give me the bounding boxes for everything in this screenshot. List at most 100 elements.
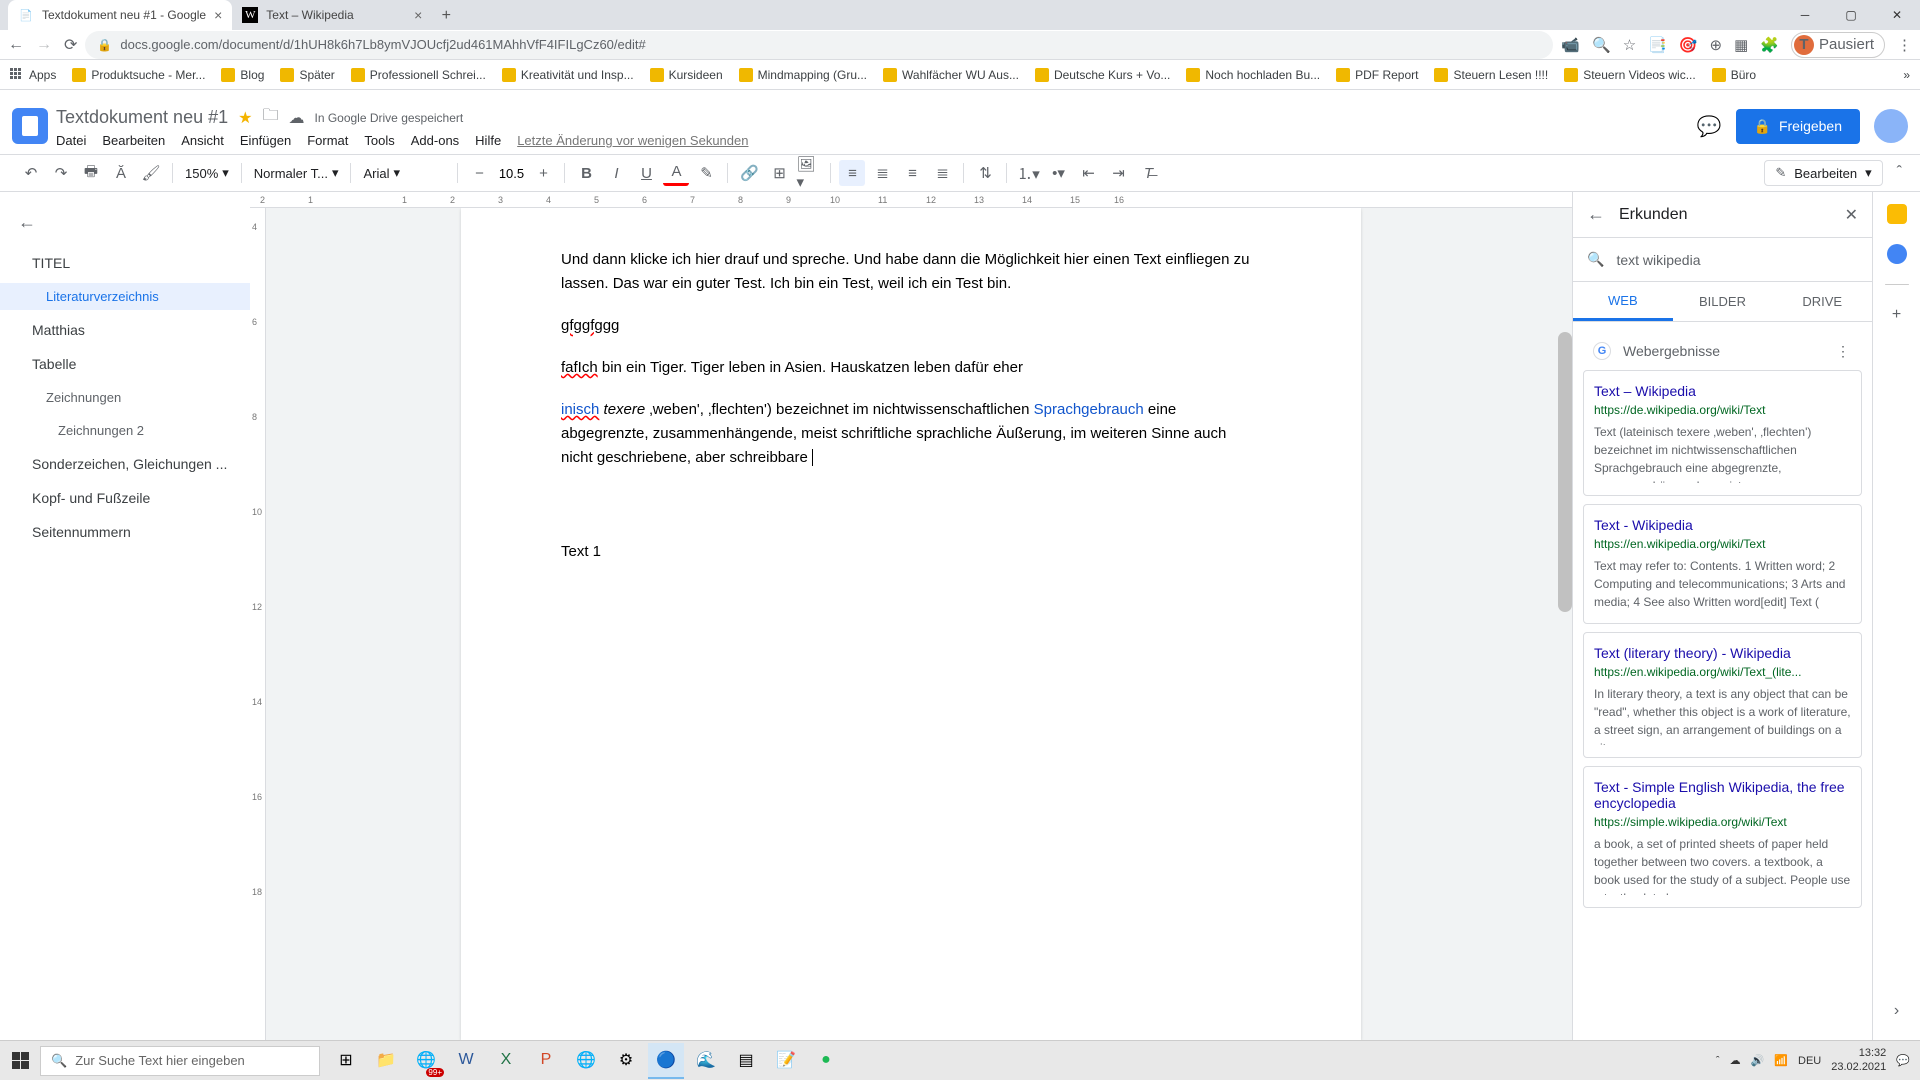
outline-item[interactable]: Tabelle — [0, 350, 250, 378]
edge-icon[interactable]: 🌐99+ — [408, 1043, 444, 1079]
zoom-select[interactable]: 150%▾ — [181, 165, 233, 181]
last-edit[interactable]: Letzte Änderung vor wenigen Sekunden — [517, 133, 748, 148]
close-window-button[interactable]: ✕ — [1874, 0, 1920, 30]
outline-item[interactable]: Matthias — [0, 316, 250, 344]
outline-back-button[interactable]: ← — [0, 204, 250, 241]
search-result[interactable]: Text (literary theory) - Wikipedia https… — [1583, 632, 1862, 758]
highlight-button[interactable]: ✎ — [693, 160, 719, 186]
scrollbar[interactable] — [1558, 332, 1572, 612]
bookmarks-overflow[interactable]: » — [1903, 68, 1910, 82]
menu-tools[interactable]: Tools — [364, 133, 394, 148]
explorer-icon[interactable]: 📁 — [368, 1043, 404, 1079]
browser-tab-active[interactable]: 📄 Textdokument neu #1 - Google × — [8, 0, 232, 30]
ext-icon[interactable]: ⊕ — [1710, 36, 1723, 54]
search-result[interactable]: Text - Wikipedia https://en.wikipedia.or… — [1583, 504, 1862, 624]
explore-back-button[interactable]: ← — [1587, 204, 1605, 225]
outline-item[interactable]: Kopf- und Fußzeile — [0, 484, 250, 512]
close-icon[interactable]: × — [214, 7, 222, 23]
app-icon[interactable]: ▤ — [728, 1043, 764, 1079]
docs-logo[interactable] — [12, 108, 48, 144]
menu-edit[interactable]: Bearbeiten — [102, 133, 165, 148]
excel-icon[interactable]: X — [488, 1043, 524, 1079]
explore-close-button[interactable]: ✕ — [1845, 205, 1858, 225]
bookmark-item[interactable]: Noch hochladen Bu... — [1186, 68, 1320, 82]
language-indicator[interactable]: DEU — [1798, 1055, 1821, 1067]
browser-tab[interactable]: W Text – Wikipedia × — [232, 0, 432, 30]
bookmark-item[interactable]: Steuern Lesen !!!! — [1434, 68, 1548, 82]
powerpoint-icon[interactable]: P — [528, 1043, 564, 1079]
undo-button[interactable]: ↶ — [18, 160, 44, 186]
onedrive-icon[interactable]: ☁ — [1730, 1054, 1741, 1067]
outline-item[interactable]: Sonderzeichen, Gleichungen ... — [0, 450, 250, 478]
explore-tab-images[interactable]: BILDER — [1673, 282, 1773, 321]
address-bar[interactable]: 🔒 docs.google.com/document/d/1hUH8k6h7Lb… — [85, 31, 1553, 59]
print-button[interactable]: 🖶 — [78, 160, 104, 186]
bold-button[interactable]: B — [573, 160, 599, 186]
document-page[interactable]: Und dann klicke ich hier drauf und sprec… — [461, 208, 1361, 1040]
bookmark-item[interactable]: Büro — [1712, 68, 1756, 82]
bookmark-item[interactable]: Wahlfächer WU Aus... — [883, 68, 1019, 82]
font-select[interactable]: Arial▾ — [359, 165, 449, 181]
explore-tab-drive[interactable]: DRIVE — [1772, 282, 1872, 321]
start-button[interactable] — [0, 1041, 40, 1081]
move-icon[interactable]: 🗀 — [262, 104, 278, 131]
bullet-list-button[interactable]: •▾ — [1045, 160, 1071, 186]
star-icon[interactable]: ★ — [238, 108, 252, 128]
outline-item[interactable]: Seitennummern — [0, 518, 250, 546]
outline-item[interactable]: Zeichnungen — [0, 384, 250, 411]
edge-icon[interactable]: 🌊 — [688, 1043, 724, 1079]
tray-chevron-icon[interactable]: ˆ — [1716, 1055, 1720, 1067]
increase-indent-button[interactable]: ⇥ — [1105, 160, 1131, 186]
wifi-icon[interactable]: 📶 — [1774, 1054, 1788, 1067]
text-color-button[interactable]: A — [663, 160, 689, 186]
forward-button[interactable]: → — [36, 36, 52, 54]
increase-font-button[interactable]: + — [530, 160, 556, 186]
align-center-button[interactable]: ≣ — [869, 160, 895, 186]
extensions-icon[interactable]: 🧩 — [1760, 36, 1779, 54]
keep-icon[interactable] — [1887, 204, 1907, 224]
bookmark-item[interactable]: Professionell Schrei... — [351, 68, 486, 82]
document-title[interactable]: Textdokument neu #1 — [56, 107, 228, 128]
comment-icon[interactable]: 💬 — [1697, 114, 1722, 139]
menu-addons[interactable]: Add-ons — [411, 133, 459, 148]
explore-search-input[interactable]: 🔍 text wikipedia — [1573, 238, 1872, 282]
italic-button[interactable]: I — [603, 160, 629, 186]
ext-icon[interactable]: ▦ — [1734, 36, 1748, 54]
outline-item[interactable]: Zeichnungen 2 — [0, 417, 250, 444]
spotify-icon[interactable]: ● — [808, 1043, 844, 1079]
bookmark-item[interactable]: Später — [280, 68, 334, 82]
underline-button[interactable]: U — [633, 160, 659, 186]
redo-button[interactable]: ↷ — [48, 160, 74, 186]
menu-insert[interactable]: Einfügen — [240, 133, 291, 148]
font-size-input[interactable]: 10.5 — [496, 166, 526, 181]
chrome-icon[interactable]: 🔵 — [648, 1043, 684, 1079]
minimize-button[interactable]: ─ — [1782, 0, 1828, 30]
comment-button[interactable]: ⊞ — [766, 160, 792, 186]
search-result[interactable]: Text – Wikipedia https://de.wikipedia.or… — [1583, 370, 1862, 496]
zoom-icon[interactable]: 🔍 — [1592, 36, 1611, 54]
camera-icon[interactable]: 📹 — [1561, 36, 1580, 54]
apps-button[interactable]: Apps — [10, 68, 56, 82]
bookmark-item[interactable]: Kreativität und Insp... — [502, 68, 634, 82]
close-icon[interactable]: × — [414, 7, 422, 23]
image-button[interactable]: 🖼▾ — [796, 160, 822, 186]
align-left-button[interactable]: ≡ — [839, 160, 865, 186]
obs-icon[interactable]: ⚙ — [608, 1043, 644, 1079]
menu-view[interactable]: Ansicht — [181, 133, 224, 148]
menu-format[interactable]: Format — [307, 133, 348, 148]
profile-button[interactable]: T Pausiert — [1791, 32, 1885, 58]
decrease-font-button[interactable]: − — [466, 160, 492, 186]
bookmark-item[interactable]: Mindmapping (Gru... — [739, 68, 867, 82]
task-view-button[interactable]: ⊞ — [328, 1043, 364, 1079]
notification-icon[interactable]: 💬 — [1896, 1054, 1910, 1067]
tasks-icon[interactable] — [1887, 244, 1907, 264]
numbered-list-button[interactable]: ⒈▾ — [1015, 160, 1041, 186]
bookmark-item[interactable]: Deutsche Kurs + Vo... — [1035, 68, 1170, 82]
menu-help[interactable]: Hilfe — [475, 133, 501, 148]
ext-icon[interactable]: 🎯 — [1679, 36, 1698, 54]
link-button[interactable]: 🔗 — [736, 160, 762, 186]
hide-panel-button[interactable]: › — [1894, 1002, 1899, 1020]
search-result[interactable]: Text - Simple English Wikipedia, the fre… — [1583, 766, 1862, 908]
explore-tab-web[interactable]: WEB — [1573, 282, 1673, 321]
star-icon[interactable]: ☆ — [1623, 36, 1636, 54]
